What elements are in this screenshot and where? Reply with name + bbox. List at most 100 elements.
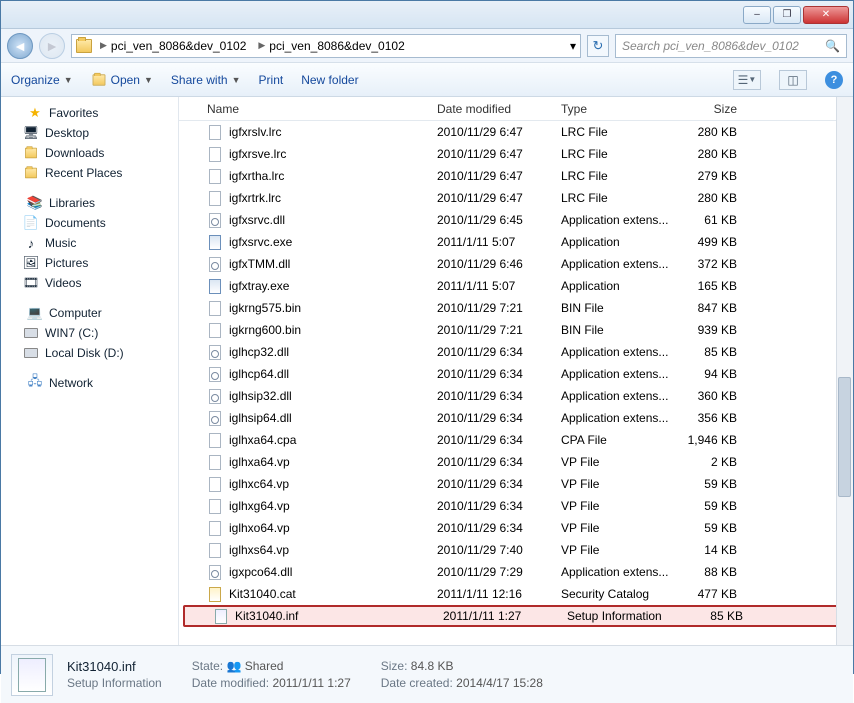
pictures-icon: 🖼	[23, 255, 39, 271]
file-type: Setup Information	[567, 609, 687, 623]
file-icon	[207, 168, 223, 184]
sidebar-favorites[interactable]: ★Favorites	[1, 103, 178, 123]
sidebar-downloads[interactable]: Downloads	[1, 143, 178, 163]
file-size: 939 KB	[681, 323, 761, 337]
scrollbar[interactable]	[836, 97, 853, 645]
file-row[interactable]: iglhxs64.vp2010/11/29 7:40VP File14 KB	[179, 539, 853, 561]
file-row[interactable]: igfxsrvc.dll2010/11/29 6:45Application e…	[179, 209, 853, 231]
file-row[interactable]: igxpco64.dll2010/11/29 7:29Application e…	[179, 561, 853, 583]
file-name: Kit31040.inf	[235, 609, 298, 623]
file-icon	[207, 300, 223, 316]
file-date: 2010/11/29 6:34	[437, 345, 561, 359]
view-button[interactable]: ☰ ▼	[733, 70, 761, 90]
sidebar-pictures[interactable]: 🖼Pictures	[1, 253, 178, 273]
col-type[interactable]: Type	[561, 102, 681, 116]
file-size: 477 KB	[681, 587, 761, 601]
file-date: 2010/11/29 6:34	[437, 411, 561, 425]
file-row[interactable]: igfxrtha.lrc2010/11/29 6:47LRC File279 K…	[179, 165, 853, 187]
sidebar-computer[interactable]: 💻Computer	[1, 303, 178, 323]
preview-pane-button[interactable]: ◫	[779, 70, 807, 90]
sidebar-music[interactable]: ♪Music	[1, 233, 178, 253]
file-row[interactable]: iglhxa64.cpa2010/11/29 6:34CPA File1,946…	[179, 429, 853, 451]
file-date: 2010/11/29 6:34	[437, 389, 561, 403]
file-row[interactable]: iglhxg64.vp2010/11/29 6:34VP File59 KB	[179, 495, 853, 517]
refresh-button[interactable]: ↻	[587, 35, 609, 57]
file-name: Kit31040.cat	[229, 587, 296, 601]
file-row[interactable]: igkrng575.bin2010/11/29 7:21BIN File847 …	[179, 297, 853, 319]
col-name[interactable]: Name	[187, 102, 437, 116]
file-row[interactable]: igfxsrvc.exe2011/1/11 5:07Application499…	[179, 231, 853, 253]
file-list[interactable]: igfxrslv.lrc2010/11/29 6:47LRC File280 K…	[179, 121, 853, 645]
close-button[interactable]: ✕	[803, 6, 849, 24]
file-icon	[207, 234, 223, 250]
col-date[interactable]: Date modified	[437, 102, 561, 116]
drive-icon	[23, 325, 39, 341]
file-type: Application extens...	[561, 367, 681, 381]
file-icon	[207, 520, 223, 536]
organize-button[interactable]: Organize▼	[11, 73, 73, 87]
open-button[interactable]: Open▼	[91, 73, 153, 87]
file-row[interactable]: iglhxa64.vp2010/11/29 6:34VP File2 KB	[179, 451, 853, 473]
sidebar-libraries[interactable]: 📚Libraries	[1, 193, 178, 213]
file-row[interactable]: iglhcp32.dll2010/11/29 6:34Application e…	[179, 341, 853, 363]
file-type: LRC File	[561, 125, 681, 139]
file-name: igfxTMM.dll	[229, 257, 290, 271]
file-row[interactable]: Kit31040.cat2011/1/11 12:16Security Cata…	[179, 583, 853, 605]
computer-icon: 💻	[27, 305, 43, 321]
file-type: VP File	[561, 477, 681, 491]
file-icon	[207, 410, 223, 426]
breadcrumb-1[interactable]: ▶pci_ven_8086&dev_0102	[96, 39, 250, 53]
file-row[interactable]: iglhcp64.dll2010/11/29 6:34Application e…	[179, 363, 853, 385]
sidebar-recent[interactable]: Recent Places	[1, 163, 178, 183]
file-date: 2010/11/29 6:47	[437, 191, 561, 205]
sidebar-desktop[interactable]: 🖥Desktop	[1, 123, 178, 143]
file-icon	[207, 344, 223, 360]
file-row[interactable]: igkrng600.bin2010/11/29 7:21BIN File939 …	[179, 319, 853, 341]
file-row[interactable]: igfxTMM.dll2010/11/29 6:46Application ex…	[179, 253, 853, 275]
help-button[interactable]: ?	[825, 71, 843, 89]
minimize-button[interactable]: –	[743, 6, 771, 24]
open-icon	[92, 74, 105, 85]
libraries-icon: 📚	[27, 195, 43, 211]
forward-button[interactable]: ►	[39, 33, 65, 59]
file-row[interactable]: igfxrslv.lrc2010/11/29 6:47LRC File280 K…	[179, 121, 853, 143]
file-name: igfxrslv.lrc	[229, 125, 281, 139]
maximize-button[interactable]: ❐	[773, 6, 801, 24]
file-row[interactable]: Kit31040.inf2011/1/11 1:27Setup Informat…	[183, 605, 847, 627]
file-type: Application extens...	[561, 411, 681, 425]
search-input[interactable]: Search pci_ven_8086&dev_0102 🔍	[615, 34, 847, 58]
file-icon	[207, 366, 223, 382]
file-icon	[207, 564, 223, 580]
file-row[interactable]: iglhsip32.dll2010/11/29 6:34Application …	[179, 385, 853, 407]
file-size: 61 KB	[681, 213, 761, 227]
print-button[interactable]: Print	[259, 73, 284, 87]
share-button[interactable]: Share with▼	[171, 73, 241, 87]
details-filetype: Setup Information	[67, 676, 162, 690]
breadcrumb-dropdown[interactable]: ▾	[570, 39, 576, 53]
file-date: 2010/11/29 6:34	[437, 477, 561, 491]
sidebar-drive-c[interactable]: WIN7 (C:)	[1, 323, 178, 343]
address-bar[interactable]: ▶pci_ven_8086&dev_0102 ▶pci_ven_8086&dev…	[71, 34, 581, 58]
file-date: 2010/11/29 6:34	[437, 521, 561, 535]
sidebar-network[interactable]: 🖧Network	[1, 373, 178, 393]
new-folder-button[interactable]: New folder	[301, 73, 358, 87]
breadcrumb-2[interactable]: ▶pci_ven_8086&dev_0102	[254, 39, 408, 53]
file-row[interactable]: iglhxc64.vp2010/11/29 6:34VP File59 KB	[179, 473, 853, 495]
file-type: VP File	[561, 455, 681, 469]
scroll-thumb[interactable]	[838, 377, 851, 497]
file-row[interactable]: iglhsip64.dll2010/11/29 6:34Application …	[179, 407, 853, 429]
sidebar-documents[interactable]: 📄Documents	[1, 213, 178, 233]
sidebar-drive-d[interactable]: Local Disk (D:)	[1, 343, 178, 363]
file-row[interactable]: igfxrsve.lrc2010/11/29 6:47LRC File280 K…	[179, 143, 853, 165]
file-type: Application extens...	[561, 257, 681, 271]
file-type: BIN File	[561, 301, 681, 315]
sidebar-videos[interactable]: 🎞Videos	[1, 273, 178, 293]
file-row[interactable]: igfxrtrk.lrc2010/11/29 6:47LRC File280 K…	[179, 187, 853, 209]
file-size: 59 KB	[681, 521, 761, 535]
details-icon	[11, 654, 53, 696]
file-row[interactable]: iglhxo64.vp2010/11/29 6:34VP File59 KB	[179, 517, 853, 539]
back-button[interactable]: ◄	[7, 33, 33, 59]
col-size[interactable]: Size	[681, 102, 761, 116]
drive-icon	[23, 345, 39, 361]
file-row[interactable]: igfxtray.exe2011/1/11 5:07Application165…	[179, 275, 853, 297]
